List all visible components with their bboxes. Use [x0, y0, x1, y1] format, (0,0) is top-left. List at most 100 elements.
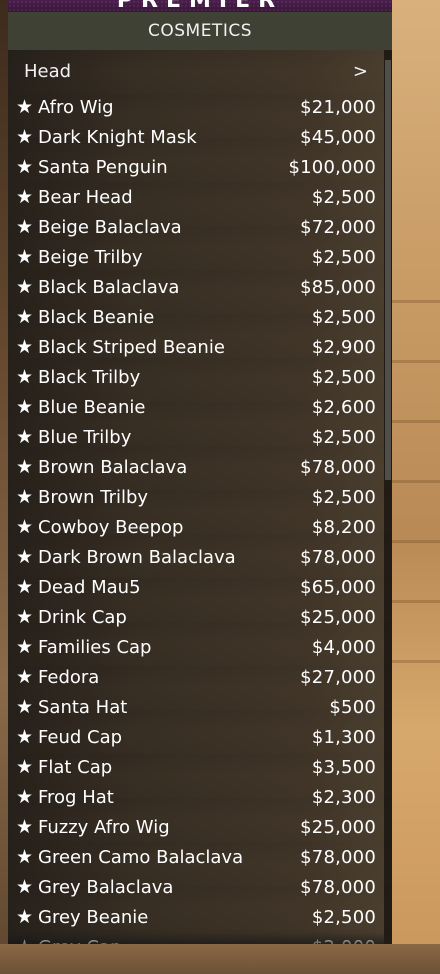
list-item[interactable]: ★ Flat Cap $3,500 [8, 752, 384, 782]
item-name: Feud Cap [38, 726, 123, 748]
list-item[interactable]: ★ Cowboy Beepop $8,200 [8, 512, 384, 542]
list-fade [8, 932, 384, 944]
item-name: Beige Trilby [38, 246, 143, 268]
item-list: ★ Afro Wig $21,000 ★ Dark Knight Mask $45,000… [8, 92, 384, 944]
star-icon: ★ [16, 126, 34, 148]
star-icon: ★ [16, 276, 34, 298]
star-icon: ★ [16, 426, 34, 448]
item-name: Families Cap [38, 636, 152, 658]
list-item[interactable]: ★ Santa Penguin $100,000 [8, 152, 384, 182]
category-label: Head [24, 60, 72, 82]
star-icon: ★ [16, 576, 34, 598]
item-price: $1,300 [311, 726, 376, 748]
star-icon: ★ [16, 216, 34, 238]
list-item[interactable]: ★ Afro Wig $21,000 [8, 92, 384, 122]
background-floor [0, 944, 440, 974]
item-name: Dead Mau5 [38, 576, 141, 598]
star-icon: ★ [16, 606, 34, 628]
item-price: $2,500 [311, 306, 376, 328]
list-item[interactable]: ★ Fedora $27,000 [8, 662, 384, 692]
list-item[interactable]: ★ Black Beanie $2,500 [8, 302, 384, 332]
list-item[interactable]: ★ Drink Cap $25,000 [8, 602, 384, 632]
item-name: Cowboy Beepop [38, 516, 184, 538]
background-left [0, 0, 8, 974]
item-name: Santa Hat [38, 696, 128, 718]
item-name: Black Striped Beanie [38, 336, 225, 358]
star-icon: ★ [16, 696, 34, 718]
star-icon: ★ [16, 756, 34, 778]
list-item[interactable]: ★ Black Trilby $2,500 [8, 362, 384, 392]
scrollbar[interactable] [384, 50, 392, 944]
list-item[interactable]: ★ Black Balaclava $85,000 [8, 272, 384, 302]
item-name: Afro Wig [38, 96, 114, 118]
item-name: Grey Balaclava [38, 876, 174, 898]
item-name: Blue Beanie [38, 396, 146, 418]
item-price: $100,000 [288, 156, 376, 178]
list-item[interactable]: ★ Dead Mau5 $65,000 [8, 572, 384, 602]
item-price: $65,000 [300, 576, 376, 598]
shop-menu: PREMIER COSMETICS Head > ★Afro Wig$21,00… [8, 0, 392, 944]
category-selector-head[interactable]: Head > [8, 50, 384, 92]
item-name: Flat Cap [38, 756, 113, 778]
list-item[interactable]: ★ Families Cap $4,000 [8, 632, 384, 662]
item-price: $2,300 [311, 786, 376, 808]
item-price: $25,000 [300, 606, 376, 628]
item-name: Green Camo Balaclava [38, 846, 244, 868]
star-icon: ★ [16, 306, 34, 328]
star-icon: ★ [16, 456, 34, 478]
star-icon: ★ [16, 846, 34, 868]
item-name: Grey Beanie [38, 906, 149, 928]
item-price: $2,500 [311, 246, 376, 268]
star-icon: ★ [16, 486, 34, 508]
list-item[interactable]: ★ Frog Hat $2,300 [8, 782, 384, 812]
item-price: $2,500 [311, 906, 376, 928]
scrollbar-thumb[interactable] [385, 60, 391, 480]
item-price: $78,000 [300, 456, 376, 478]
item-name: Blue Trilby [38, 426, 132, 448]
list-item[interactable]: ★ Dark Knight Mask $45,000 [8, 122, 384, 152]
item-name: Frog Hat [38, 786, 114, 808]
item-name: Dark Brown Balaclava [38, 546, 236, 568]
star-icon: ★ [16, 186, 34, 208]
list-item[interactable]: ★ Green Camo Balaclava $78,000 [8, 842, 384, 872]
star-icon: ★ [16, 336, 34, 358]
item-price: $500 [329, 696, 376, 718]
list-item[interactable]: ★ Brown Trilby $2,500 [8, 482, 384, 512]
list-item[interactable]: ★ Beige Trilby $2,500 [8, 242, 384, 272]
item-price: $85,000 [300, 276, 376, 298]
item-name: Dark Knight Mask [38, 126, 197, 148]
item-price: $45,000 [300, 126, 376, 148]
item-price: $2,600 [311, 396, 376, 418]
item-price: $8,200 [311, 516, 376, 538]
item-price: $78,000 [300, 546, 376, 568]
item-price: $27,000 [300, 666, 376, 688]
list-item[interactable]: ★ Dark Brown Balaclava $78,000 [8, 542, 384, 572]
item-name: Black Balaclava [38, 276, 180, 298]
item-price: $2,500 [311, 486, 376, 508]
list-item[interactable]: ★ Grey Balaclava $78,000 [8, 872, 384, 902]
item-price: $78,000 [300, 876, 376, 898]
item-price: $78,000 [300, 846, 376, 868]
star-icon: ★ [16, 246, 34, 268]
list-item[interactable]: ★ Black Striped Beanie $2,900 [8, 332, 384, 362]
star-icon: ★ [16, 786, 34, 808]
item-price: $25,000 [300, 816, 376, 838]
item-price: $2,500 [311, 186, 376, 208]
item-price: $3,500 [311, 756, 376, 778]
list-item[interactable]: ★ Beige Balaclava $72,000 [8, 212, 384, 242]
star-icon: ★ [16, 156, 34, 178]
list-item[interactable]: ★ Santa Hat $500 [8, 692, 384, 722]
list-item[interactable]: ★ Grey Beanie $2,500 [8, 902, 384, 932]
star-icon: ★ [16, 906, 34, 928]
item-name: Fedora [38, 666, 100, 688]
list-item[interactable]: ★ Feud Cap $1,300 [8, 722, 384, 752]
star-icon: ★ [16, 516, 34, 538]
list-item[interactable]: ★ Blue Trilby $2,500 [8, 422, 384, 452]
list-item[interactable]: ★ Blue Beanie $2,600 [8, 392, 384, 422]
item-name: Drink Cap [38, 606, 127, 628]
list-item[interactable]: ★ Fuzzy Afro Wig $25,000 [8, 812, 384, 842]
item-name: Black Trilby [38, 366, 141, 388]
star-icon: ★ [16, 666, 34, 688]
list-item[interactable]: ★ Bear Head $2,500 [8, 182, 384, 212]
list-item[interactable]: ★ Brown Balaclava $78,000 [8, 452, 384, 482]
